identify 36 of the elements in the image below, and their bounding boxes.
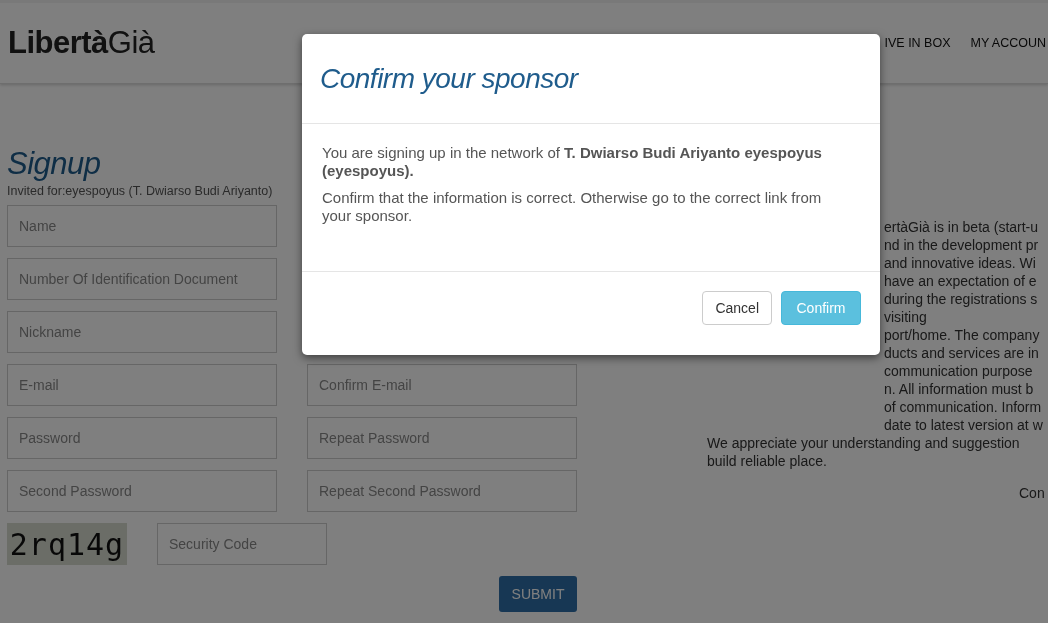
input-field[interactable]: Password xyxy=(7,417,277,459)
notice-text: communication purpose xyxy=(884,362,1034,380)
invited-text: Invited for:eyespoyus (T. Dwiarso Budi Ariyanto) xyxy=(7,184,273,198)
cancel-button[interactable]: Cancel xyxy=(702,291,772,325)
nav-link[interactable]: MY ACCOUN xyxy=(970,36,1046,50)
signature-text: Con xyxy=(1019,484,1045,502)
dialog-message: You are signing up in the network of T. Dwiarso Budi Ariyanto eyespoyus (eyespoyus). xyxy=(322,144,823,180)
notice-text: build reliable place. xyxy=(707,452,828,470)
page-title: Signup xyxy=(7,146,101,182)
notice-text: visiting xyxy=(884,308,928,326)
dialog-title: Confirm your sponsor xyxy=(320,62,578,95)
notice-text: ducts and services are in xyxy=(884,344,1040,362)
input-field[interactable]: E-mail xyxy=(7,364,277,406)
submit-button[interactable]: SUBMIT xyxy=(499,576,577,612)
input-field[interactable]: Number Of Identification Document xyxy=(7,258,277,300)
notice-text: nd in the development pr xyxy=(884,236,1040,254)
nav-link[interactable]: IVE IN BOX xyxy=(884,36,951,50)
notice-text: port/home. The company xyxy=(884,326,1041,344)
input-field[interactable]: Second Password xyxy=(7,470,277,512)
notice-text: and innovative ideas. Wi xyxy=(884,254,1037,272)
logo[interactable]: LibertàGià xyxy=(8,25,155,61)
dialog-note: Confirm that the information is correct. Otherwise go to the correct link from your sponsor. xyxy=(322,189,823,225)
notice-text: We appreciate your understanding and suggestion xyxy=(707,434,1021,452)
input-field[interactable]: Confirm E-mail xyxy=(307,364,577,406)
input-field[interactable]: Nickname xyxy=(7,311,277,353)
notice-text: of communication. Inform xyxy=(884,398,1043,416)
input-field[interactable]: Repeat Second Password xyxy=(307,470,577,512)
notice-text: n. All information must b xyxy=(884,380,1035,398)
notice-text: during the registrations s xyxy=(884,290,1039,308)
input-field[interactable]: Name xyxy=(7,205,277,247)
security-code-field[interactable]: Security Code xyxy=(157,523,327,565)
notice-text: have an expectation of e xyxy=(884,272,1038,290)
notice-text: date to latest version at w xyxy=(884,416,1044,434)
input-field[interactable]: Repeat Password xyxy=(307,417,577,459)
notice-text: ertàGià is in beta (start-u xyxy=(884,218,1040,236)
captcha-image: 2rq14g xyxy=(7,523,127,565)
